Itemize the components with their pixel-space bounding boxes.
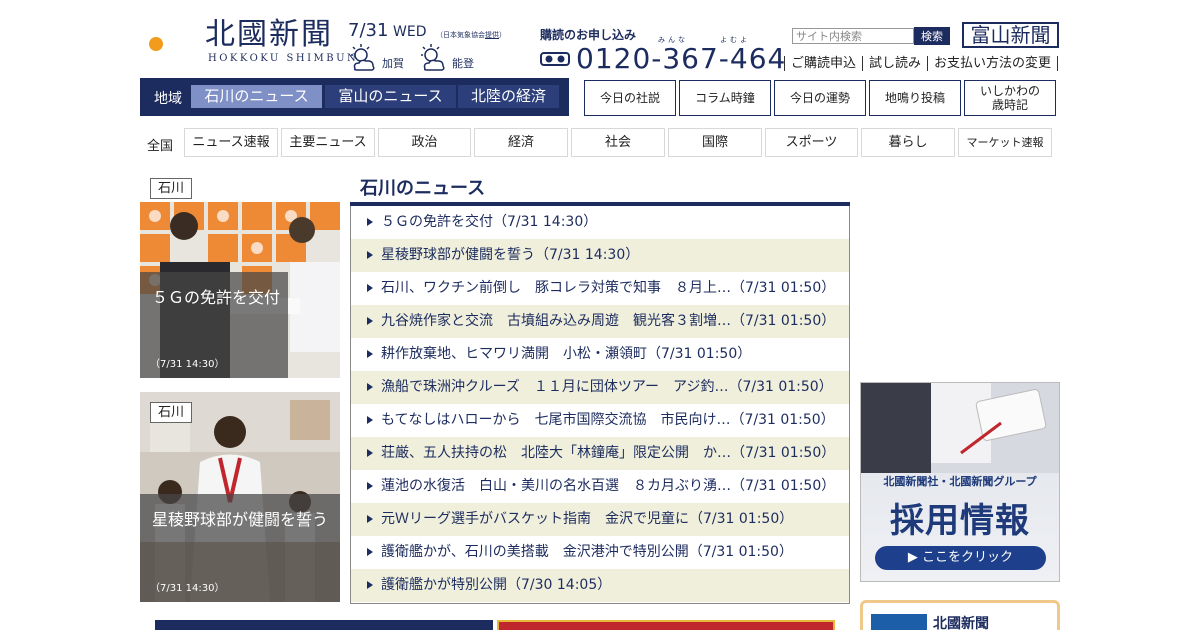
news-list-item[interactable]: 石川、ワクチン前倒し 豚コレラ対策で知事 ８月上…（7/31 01:50）: [351, 272, 849, 305]
arrow-right-icon: [367, 416, 373, 424]
ishikawa-seasons-button[interactable]: いしかわの 歳時記: [964, 80, 1056, 116]
current-date: 7/31: [348, 20, 389, 41]
sun-cloud-icon: [421, 44, 445, 71]
news-section-title: 石川のニュース: [360, 178, 486, 199]
freedial-icon: [540, 52, 570, 66]
feature-title[interactable]: ５Ｇの免許を交付: [152, 284, 280, 308]
horoscope-button[interactable]: 今日の運勢: [774, 80, 866, 116]
tab-ishikawa-news[interactable]: 石川のニュース: [191, 85, 322, 108]
search-button[interactable]: 検索: [914, 27, 950, 45]
region-nav: 地域 石川のニュース 富山のニュース 北陸の経済: [140, 78, 569, 116]
editorial-button[interactable]: 今日の社説: [584, 80, 676, 116]
weather-kaga[interactable]: 加賀: [348, 43, 418, 73]
subscribe-label: 購読のお申し込み: [540, 28, 637, 42]
news-list-item[interactable]: 星稜野球部が健闘を誓う（7/31 14:30）: [351, 239, 849, 272]
feature-time: （7/31 14:30）: [150, 359, 225, 370]
arrow-right-icon: [367, 383, 373, 391]
news-list-item[interactable]: 九谷焼作家と交流 古墳組み込み周遊 観光客３割増…（7/31 01:50）: [351, 305, 849, 338]
news-list-item[interactable]: ５Ｇの免許を交付（7/31 14:30）: [351, 206, 849, 239]
side-box[interactable]: 北國新聞: [860, 600, 1060, 630]
bottom-ad-1[interactable]: [155, 620, 493, 630]
column-jisho-button[interactable]: コラム時鐘: [679, 80, 771, 116]
weather-place-label: 能登: [452, 57, 474, 70]
category-economy[interactable]: 経済: [474, 128, 568, 157]
banner-photo: [861, 383, 1059, 473]
sun-cloud-icon: [351, 44, 375, 71]
subscribe-link[interactable]: ご購読申込: [784, 56, 862, 71]
category-all-label[interactable]: 全国: [147, 135, 173, 154]
news-list-item[interactable]: もてなしはハローから 七尾市国際交流協 市民向け…（7/31 01:50）: [351, 404, 849, 437]
day-of-week: WED: [393, 24, 427, 40]
category-living[interactable]: 暮らし: [861, 128, 955, 157]
feature-time: （7/31 14:30）: [150, 583, 225, 594]
tab-toyama-news[interactable]: 富山のニュース: [325, 85, 456, 108]
category-main[interactable]: 主要ニュース: [281, 128, 375, 157]
category-breaking[interactable]: ニュース速報: [184, 128, 278, 157]
weather-place-label: 加賀: [382, 57, 404, 70]
arrow-right-icon: [367, 317, 373, 325]
news-list-item[interactable]: 耕作放棄地、ヒマワリ満開 小松・瀬領町（7/31 01:50）: [351, 338, 849, 371]
arrow-right-icon: [367, 284, 373, 292]
news-list-item[interactable]: 元Ｗリーグ選手がバスケット指南 金沢で児童に（7/31 01:50）: [351, 503, 849, 536]
toyama-shimbun-link[interactable]: 富山新聞: [962, 22, 1059, 48]
category-society[interactable]: 社会: [571, 128, 665, 157]
reader-posts-button[interactable]: 地鳴り投稿: [869, 80, 961, 116]
payment-change-link[interactable]: お支払い方法の変更: [927, 56, 1059, 71]
feature-story-1[interactable]: ５Ｇの免許を交付 （7/31 14:30）: [140, 202, 340, 378]
region-nav-label: 地域: [154, 91, 182, 107]
news-list-item[interactable]: 護衛艦かが特別公開（7/30 14:05）: [351, 569, 849, 602]
logo-text: 北國新聞: [205, 17, 333, 52]
category-sports[interactable]: スポーツ: [765, 128, 858, 157]
news-list-item[interactable]: 荘厳、五人扶持の松 北陸大「林鐘庵」限定公開 か…（7/31 01:50）: [351, 437, 849, 470]
region-tag: 石川: [150, 178, 192, 199]
feature-caption: 星稜野球部が健闘を誓う （7/31 14:30）: [140, 494, 340, 602]
category-politics[interactable]: 政治: [378, 128, 471, 157]
feature-story-2[interactable]: 星稜野球部が健闘を誓う （7/31 14:30）: [140, 392, 340, 602]
weather-source-link[interactable]: 提供: [485, 31, 499, 39]
arrow-right-icon: [367, 548, 373, 556]
weather-noto[interactable]: 能登: [418, 43, 488, 73]
logo-mark-icon: [149, 20, 194, 62]
news-list-item[interactable]: 護衛艦かが、石川の美搭載 金沢港沖で特別公開（7/31 01:50）: [351, 536, 849, 569]
category-international[interactable]: 国際: [668, 128, 762, 157]
category-market[interactable]: マーケット速報: [958, 128, 1052, 157]
site-logo[interactable]: 北國新聞 HOKKOKU SHIMBUN: [140, 16, 356, 66]
side-box-thumbnail: [871, 614, 927, 630]
arrow-right-icon: [367, 251, 373, 259]
arrow-right-icon: [367, 482, 373, 490]
news-list-item[interactable]: 蓮池の水復活 白山・美川の名水百選 ８カ月ぶり湧…（7/31 01:50）: [351, 470, 849, 503]
arrow-right-icon: [367, 350, 373, 358]
top-links: ご購読申込 試し読み お支払い方法の変更: [784, 56, 1059, 71]
recruit-banner[interactable]: 北國新聞社・北國新聞グループ 採用情報 ▶ ここをクリック: [860, 382, 1060, 582]
arrow-right-icon: [367, 515, 373, 523]
news-list: ５Ｇの免許を交付（7/31 14:30） 星稜野球部が健闘を誓う（7/31 14…: [350, 206, 850, 604]
region-tag: 石川: [150, 402, 192, 423]
bottom-ad-2[interactable]: [497, 620, 835, 630]
logo-subtext: HOKKOKU SHIMBUN: [208, 53, 359, 64]
feature-caption: ５Ｇの免許を交付 （7/31 14:30）: [140, 272, 288, 378]
banner-cta-button[interactable]: ▶ ここをクリック: [875, 546, 1046, 570]
news-list-item[interactable]: 漁船で珠洲沖クルーズ １１月に団体ツアー アジ釣…（7/31 01:50）: [351, 371, 849, 404]
arrow-right-icon: [367, 218, 373, 226]
weather-source-note: （日本気象協会提供）: [436, 31, 506, 39]
arrow-right-icon: [367, 581, 373, 589]
banner-headline: 採用情報: [890, 501, 1030, 541]
tab-hokuriku-economy[interactable]: 北陸の経済: [458, 85, 559, 108]
arrow-right-icon: [367, 449, 373, 457]
site-search-input[interactable]: [792, 28, 914, 44]
trial-link[interactable]: 試し読み: [862, 56, 927, 71]
banner-company: 北國新聞社・北國新聞グループ: [883, 475, 1037, 488]
side-box-title: 北國新聞: [933, 616, 989, 630]
subscription-phone-number[interactable]: 0120-367-464: [576, 42, 786, 76]
feature-title[interactable]: 星稜野球部が健闘を誓う: [152, 506, 328, 530]
